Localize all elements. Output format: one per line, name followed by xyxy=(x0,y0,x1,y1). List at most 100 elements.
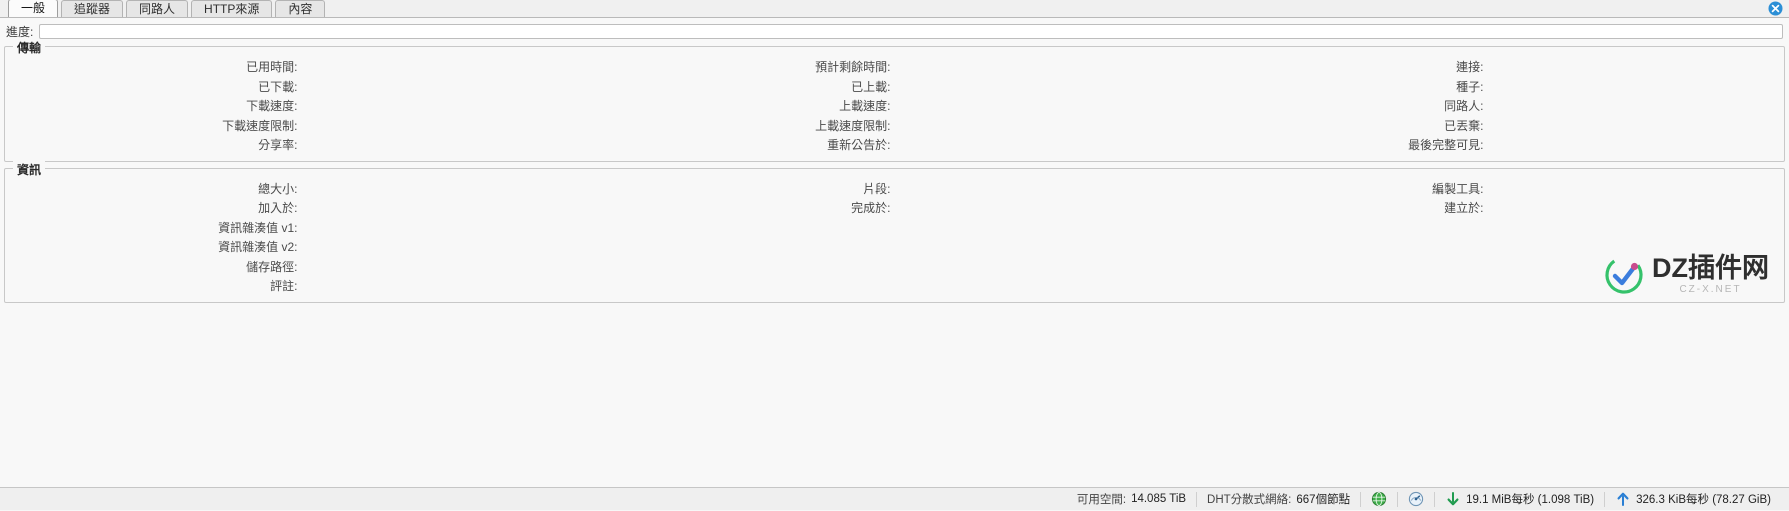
field-last-seen-complete: 最後完整可見: xyxy=(1191,135,1784,155)
properties-content: 傳輸 已用時間: 已下載: 下載速度: 下載速度限制: 分享率: 預計剩餘時間:… xyxy=(0,39,1789,487)
field-reannounce-in: 重新公告於: xyxy=(598,135,1191,155)
watermark-text: DZ插件网 CZ-X.NET xyxy=(1652,252,1769,295)
field-label: 片段: xyxy=(863,181,891,196)
status-alternative-speed-toggle[interactable] xyxy=(1398,488,1434,511)
field-label: 已上載: xyxy=(851,79,891,94)
field-label: 連接: xyxy=(1456,60,1484,75)
free-space-value: 14.085 TiB xyxy=(1131,493,1187,505)
status-free-space: 可用空間: 14.085 TiB xyxy=(1067,488,1196,511)
field-label: 上載速度限制: xyxy=(815,118,891,133)
field-total-size: 總大小: xyxy=(5,179,598,199)
field-spacer xyxy=(598,257,1191,277)
field-eta: 預計剩餘時間: xyxy=(598,57,1191,77)
tab-http-sources[interactable]: HTTP來源 xyxy=(191,0,273,17)
field-share-ratio: 分享率: xyxy=(5,135,598,155)
field-uploaded: 已上載: xyxy=(598,77,1191,97)
tab-label: 內容 xyxy=(288,2,313,16)
tab-label: 一般 xyxy=(21,1,46,15)
field-spacer xyxy=(598,218,1191,238)
download-speed-text: 19.1 MiB每秒 (1.098 TiB) xyxy=(1466,494,1595,506)
upload-arrow-icon xyxy=(1615,491,1631,507)
field-label: 種子: xyxy=(1456,79,1484,94)
field-info-hash-v1: 資訊雜湊值 v1: xyxy=(5,218,598,238)
field-pieces: 片段: xyxy=(598,179,1191,199)
transfer-grid: 已用時間: 已下載: 下載速度: 下載速度限制: 分享率: 預計剩餘時間: 已上… xyxy=(5,57,1784,155)
field-spacer xyxy=(1191,218,1784,238)
transfer-section: 傳輸 已用時間: 已下載: 下載速度: 下載速度限制: 分享率: 預計剩餘時間:… xyxy=(4,39,1785,162)
field-label: 建立於: xyxy=(1444,201,1484,216)
field-label: 已丟棄: xyxy=(1444,118,1484,133)
field-comment: 評註: xyxy=(5,276,598,296)
tab-general[interactable]: 一般 xyxy=(8,0,59,17)
field-upload-limit: 上載速度限制: xyxy=(598,116,1191,136)
tab-label: HTTP來源 xyxy=(204,2,260,16)
field-wasted: 已丟棄: xyxy=(1191,116,1784,136)
status-upload-speed: 326.3 KiB每秒 (78.27 GiB) xyxy=(1605,488,1781,511)
field-label: 儲存路徑: xyxy=(246,259,298,274)
field-peers: 同路人: xyxy=(1191,96,1784,116)
checkmark-circle-logo-icon xyxy=(1604,255,1644,295)
tab-label: 同路人 xyxy=(139,2,176,16)
progress-label: 進度: xyxy=(6,25,34,39)
status-dht-nodes: DHT分散式網絡: 667個節點 xyxy=(1197,488,1360,511)
field-completed-on: 完成於: xyxy=(598,198,1191,218)
tab-trackers[interactable]: 追蹤器 xyxy=(61,0,124,17)
progress-bar xyxy=(39,24,1783,39)
field-label: 同路人: xyxy=(1444,99,1484,114)
information-column-1: 總大小: 加入於: 資訊雜湊值 v1: 資訊雜湊值 v2: 儲存路徑: 評註: xyxy=(5,179,598,296)
field-elapsed-time: 已用時間: xyxy=(5,57,598,77)
field-label: 下載速度限制: xyxy=(222,118,298,133)
status-download-speed: 19.1 MiB每秒 (1.098 TiB) xyxy=(1435,488,1604,511)
transfer-column-3: 連接: 種子: 同路人: 已丟棄: 最後完整可見: xyxy=(1191,57,1784,155)
progress-row: 進度: xyxy=(0,18,1789,46)
information-grid: 總大小: 加入於: 資訊雜湊值 v1: 資訊雜湊值 v2: 儲存路徑: 評註: … xyxy=(5,179,1784,296)
field-created-by: 編製工具: xyxy=(1191,179,1784,199)
tab-bar: 一般 追蹤器 同路人 HTTP來源 內容 xyxy=(0,0,1789,18)
dht-label: DHT分散式網絡: xyxy=(1207,494,1292,506)
speedometer-icon xyxy=(1408,491,1424,507)
field-label: 總大小: xyxy=(258,181,298,196)
torrent-properties-panel: 一般 追蹤器 同路人 HTTP來源 內容 進度: 傳輸 已用時間: 已下載: 下… xyxy=(0,0,1789,510)
field-spacer xyxy=(598,276,1191,296)
free-space-label: 可用空間: xyxy=(1076,494,1127,506)
tab-peers[interactable]: 同路人 xyxy=(126,0,189,17)
field-label: 上載速度: xyxy=(839,99,891,114)
field-label: 評註: xyxy=(270,279,298,294)
transfer-column-1: 已用時間: 已下載: 下載速度: 下載速度限制: 分享率: xyxy=(5,57,598,155)
upload-speed-text: 326.3 KiB每秒 (78.27 GiB) xyxy=(1636,494,1771,506)
field-label: 編製工具: xyxy=(1432,181,1484,196)
tab-label: 追蹤器 xyxy=(74,2,111,16)
transfer-column-2: 預計剩餘時間: 已上載: 上載速度: 上載速度限制: 重新公告於: xyxy=(598,57,1191,155)
dht-value: 667個節點 xyxy=(1296,494,1351,506)
watermark-logo: DZ插件网 CZ-X.NET xyxy=(1604,252,1769,295)
watermark-title: DZ插件网 xyxy=(1652,252,1769,283)
field-label: 加入於: xyxy=(258,201,298,216)
download-arrow-icon xyxy=(1445,491,1461,507)
watermark-subtitle: CZ-X.NET xyxy=(1679,283,1742,295)
field-label: 已下載: xyxy=(258,79,298,94)
field-downloaded: 已下載: xyxy=(5,77,598,97)
field-label: 預計剩餘時間: xyxy=(815,60,891,75)
field-label: 下載速度: xyxy=(246,99,298,114)
field-label: 分享率: xyxy=(258,138,298,153)
transfer-legend: 傳輸 xyxy=(13,39,46,56)
close-icon[interactable] xyxy=(1768,1,1783,16)
status-bar: 可用空間: 14.085 TiB DHT分散式網絡: 667個節點 19.1 M… xyxy=(0,487,1789,510)
information-legend: 資訊 xyxy=(13,160,46,178)
field-created-on: 建立於: xyxy=(1191,198,1784,218)
field-connections: 連接: xyxy=(1191,57,1784,77)
status-connection-status[interactable] xyxy=(1361,488,1397,511)
field-label: 資訊雜湊值 v2: xyxy=(218,240,298,255)
field-label: 最後完整可見: xyxy=(1408,138,1484,153)
field-info-hash-v2: 資訊雜湊值 v2: xyxy=(5,237,598,257)
field-label: 資訊雜湊值 v1: xyxy=(218,220,298,235)
field-label: 完成於: xyxy=(851,201,891,216)
tab-content[interactable]: 內容 xyxy=(275,0,326,17)
information-section: 資訊 總大小: 加入於: 資訊雜湊值 v1: 資訊雜湊值 v2: 儲存路徑: 評… xyxy=(4,160,1785,303)
field-download-limit: 下載速度限制: xyxy=(5,116,598,136)
field-download-speed: 下載速度: xyxy=(5,96,598,116)
field-label: 重新公告於: xyxy=(827,138,891,153)
field-upload-speed: 上載速度: xyxy=(598,96,1191,116)
field-spacer xyxy=(598,237,1191,257)
globe-green-icon xyxy=(1371,491,1387,507)
